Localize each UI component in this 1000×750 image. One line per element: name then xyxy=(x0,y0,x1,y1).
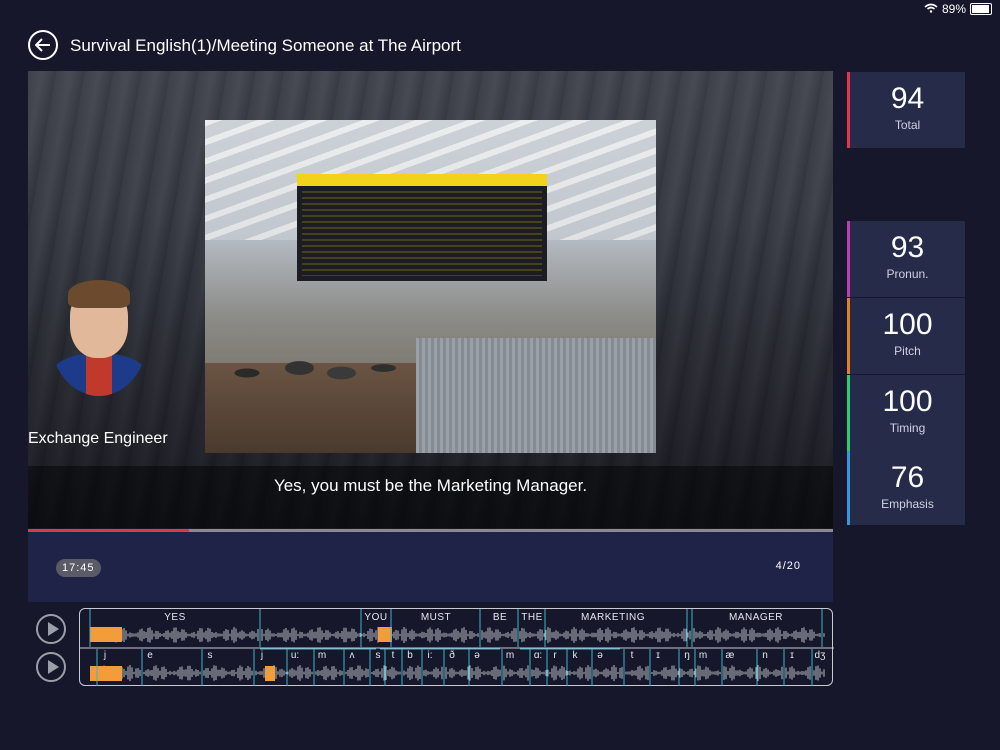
waveform-graphic xyxy=(80,609,834,686)
word-label: MUST xyxy=(420,612,452,623)
pitch-score-card: 100 Pitch xyxy=(847,298,965,374)
phoneme-label: ɪ xyxy=(790,650,794,661)
phoneme-label: r xyxy=(553,650,557,661)
phoneme-label: b xyxy=(407,650,413,661)
phoneme-label: s xyxy=(375,650,381,661)
phoneme-label: ə xyxy=(597,650,603,661)
play-icon[interactable] xyxy=(36,652,66,682)
video-player[interactable]: Exchange Engineer Yes, you must be the M… xyxy=(28,71,833,531)
emphasis-score-value: 76 xyxy=(890,461,925,494)
battery-percent: 89% xyxy=(941,2,966,16)
speaker-name: Exchange Engineer xyxy=(28,430,168,447)
page-title: Survival English(1)/Meeting Someone at T… xyxy=(70,36,461,55)
phoneme-label: dʒ xyxy=(814,650,826,661)
phoneme-label: t xyxy=(630,650,634,661)
play-icon[interactable] xyxy=(36,614,66,644)
emphasis-score-card: 76 Emphasis xyxy=(847,451,965,525)
timing-score-value: 100 xyxy=(882,385,933,418)
phoneme-label: ŋ xyxy=(684,650,690,661)
phoneme-label: æ xyxy=(725,650,735,661)
time-panel: 17:45 4/20 xyxy=(28,532,833,602)
phoneme-label: ʌ xyxy=(349,650,355,661)
pronunciation-score-label: Pronun. xyxy=(886,267,929,281)
status-bar: 89% xyxy=(924,2,992,16)
phoneme-label: t xyxy=(391,650,395,661)
word-label: MARKETING xyxy=(581,612,645,623)
word-label: THE xyxy=(521,612,543,623)
emphasis-score-label: Emphasis xyxy=(881,497,934,511)
departures-board xyxy=(297,174,547,281)
total-score-card: 94 Total xyxy=(847,72,965,148)
phoneme-label: j xyxy=(260,650,264,661)
back-arrow-icon[interactable] xyxy=(28,30,58,60)
scene-image xyxy=(205,120,656,453)
word-label: BE xyxy=(492,612,508,623)
total-score-label: Total xyxy=(894,118,921,132)
waveform-panel[interactable]: YES YOU MUST BE THE MARKETING MANAGER j e s j u: m ʌ s… xyxy=(79,608,834,686)
pitch-score-value: 100 xyxy=(882,308,933,341)
subtitle-text: Yes, you must be the Marketing Manager. xyxy=(273,476,588,495)
phoneme-label: k xyxy=(572,650,578,661)
phoneme-label: m xyxy=(505,650,515,661)
phoneme-label: ð xyxy=(449,650,455,661)
phoneme-label: ɪ xyxy=(656,650,660,661)
phoneme-label: ə xyxy=(474,650,480,661)
phoneme-label: e xyxy=(147,650,153,661)
battery-icon xyxy=(970,3,992,15)
word-label: YES xyxy=(164,612,186,623)
word-label: MANAGER xyxy=(728,612,784,623)
time-badge: 17:45 xyxy=(56,559,101,577)
word-label: YOU xyxy=(364,612,388,623)
phoneme-label: j xyxy=(103,650,107,661)
pitch-score-label: Pitch xyxy=(894,344,921,358)
phoneme-label: n xyxy=(762,650,768,661)
pronunciation-score-value: 93 xyxy=(890,231,925,264)
phoneme-label: u: xyxy=(290,650,300,661)
phoneme-label: s xyxy=(207,650,213,661)
speaker-avatar xyxy=(50,276,148,396)
total-score-value: 94 xyxy=(890,82,925,115)
pronunciation-score-card: 93 Pronun. xyxy=(847,221,965,297)
wifi-icon xyxy=(924,2,938,16)
phoneme-label: i: xyxy=(427,650,433,661)
phoneme-label: m xyxy=(317,650,327,661)
timing-score-card: 100 Timing xyxy=(847,375,965,451)
phoneme-label: ɑ: xyxy=(533,650,543,661)
phoneme-label: m xyxy=(698,650,708,661)
page-counter: 4/20 xyxy=(775,560,801,572)
timing-score-label: Timing xyxy=(889,421,926,435)
